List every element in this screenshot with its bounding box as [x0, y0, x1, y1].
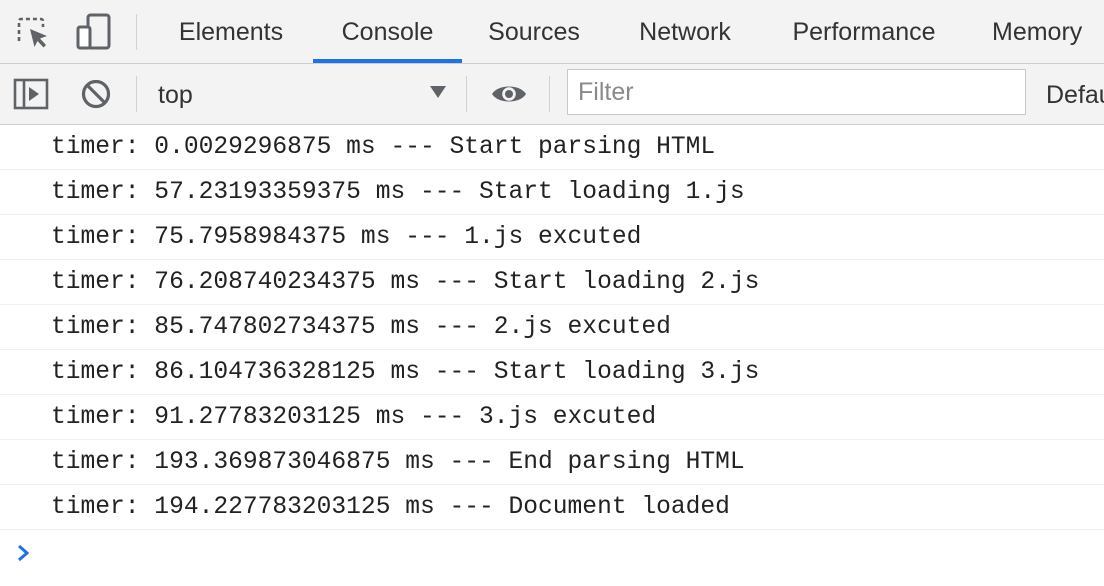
panel-tab-bar: Elements Console Sources Network Perform…	[0, 0, 1104, 64]
toolbar-divider	[549, 76, 550, 112]
console-messages: timer: 0.0029296875 ms --- Start parsing…	[0, 125, 1104, 575]
console-prompt[interactable]	[0, 530, 1104, 575]
console-message: timer: 91.27783203125 ms --- 3.js excute…	[0, 395, 1104, 440]
tab-sources[interactable]: Sources	[474, 0, 594, 63]
device-toolbar-icon[interactable]	[74, 12, 114, 52]
tab-network[interactable]: Network	[620, 0, 750, 63]
console-message: timer: 75.7958984375 ms --- 1.js excuted	[0, 215, 1104, 260]
dropdown-arrow-icon[interactable]	[428, 84, 448, 105]
console-message: timer: 76.208740234375 ms --- Start load…	[0, 260, 1104, 305]
tab-console[interactable]: Console	[313, 0, 462, 63]
live-expression-icon[interactable]	[490, 79, 528, 109]
console-message: timer: 194.227783203125 ms --- Document …	[0, 485, 1104, 530]
toolbar-divider	[466, 76, 467, 112]
execution-context-select[interactable]: top	[158, 64, 193, 124]
clear-console-icon[interactable]	[80, 78, 112, 110]
tab-performance[interactable]: Performance	[776, 0, 952, 63]
devtools-window: Elements Console Sources Network Perform…	[0, 0, 1104, 586]
active-tab-indicator	[313, 59, 462, 63]
tab-elements[interactable]: Elements	[162, 0, 300, 63]
console-message: timer: 85.747802734375 ms --- 2.js excut…	[0, 305, 1104, 350]
console-message: timer: 0.0029296875 ms --- Start parsing…	[0, 125, 1104, 170]
tabbar-divider	[136, 14, 137, 50]
prompt-chevron-icon	[15, 544, 31, 567]
log-levels-dropdown[interactable]: Defau	[1046, 64, 1104, 124]
console-message: timer: 193.369873046875 ms --- End parsi…	[0, 440, 1104, 485]
tab-memory[interactable]: Memory	[980, 0, 1104, 63]
show-sidebar-icon[interactable]	[13, 78, 49, 110]
filter-input[interactable]	[567, 69, 1026, 115]
console-message: timer: 86.104736328125 ms --- Start load…	[0, 350, 1104, 395]
inspect-element-icon[interactable]	[14, 14, 52, 52]
console-message: timer: 57.23193359375 ms --- Start loadi…	[0, 170, 1104, 215]
toolbar-divider	[136, 76, 137, 112]
